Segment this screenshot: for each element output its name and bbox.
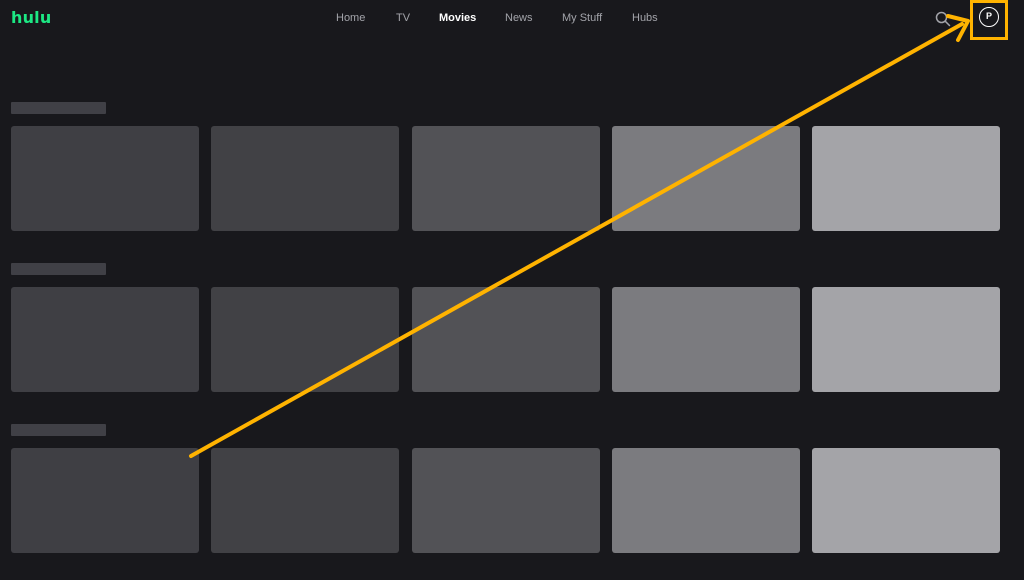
- content-tile[interactable]: [612, 448, 800, 553]
- nav-item-tv[interactable]: TV: [396, 11, 410, 25]
- content-tile[interactable]: [412, 448, 600, 553]
- row-title-placeholder: [11, 102, 106, 114]
- hulu-movies-page: hulu Home TV Movies News My Stuff Hubs P: [0, 0, 1024, 580]
- content-tile[interactable]: [612, 126, 800, 231]
- row-title-placeholder: [11, 424, 106, 436]
- nav-item-hubs[interactable]: Hubs: [632, 11, 658, 25]
- content-tile[interactable]: [11, 126, 199, 231]
- content-tile[interactable]: [11, 287, 199, 392]
- profile-button[interactable]: P: [979, 7, 999, 27]
- content-tile[interactable]: [612, 287, 800, 392]
- main-nav: Home TV Movies News My Stuff Hubs: [0, 11, 1024, 25]
- search-icon: [935, 11, 951, 27]
- content-tile[interactable]: [211, 448, 399, 553]
- content-tile[interactable]: [211, 287, 399, 392]
- content-tile[interactable]: [412, 287, 600, 392]
- top-navigation-bar: hulu Home TV Movies News My Stuff Hubs P: [0, 0, 1024, 40]
- content-tile[interactable]: [812, 126, 1000, 231]
- nav-item-home[interactable]: Home: [336, 11, 365, 25]
- search-button[interactable]: [934, 10, 952, 28]
- nav-item-my-stuff[interactable]: My Stuff: [562, 11, 602, 25]
- content-tile[interactable]: [11, 448, 199, 553]
- content-tile[interactable]: [812, 287, 1000, 392]
- nav-item-news[interactable]: News: [505, 11, 533, 25]
- row-title-placeholder: [11, 263, 106, 275]
- content-tile[interactable]: [211, 126, 399, 231]
- content-tile[interactable]: [812, 448, 1000, 553]
- nav-item-movies[interactable]: Movies: [439, 11, 476, 25]
- content-tile[interactable]: [412, 126, 600, 231]
